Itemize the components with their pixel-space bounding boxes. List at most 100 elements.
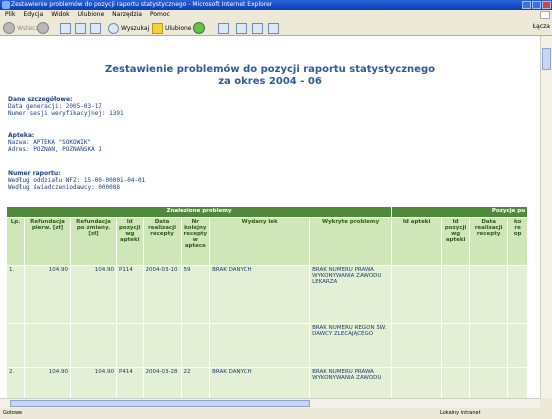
- horizontal-scroll-thumb[interactable]: [10, 400, 310, 407]
- back-button[interactable]: Wstecz: [3, 22, 39, 34]
- forward-button[interactable]: [37, 22, 49, 34]
- cell-empty: [441, 323, 471, 368]
- search-button[interactable]: Wyszukaj: [108, 22, 149, 34]
- toolbar: Wstecz Wyszukaj Ulubione Łącza: [0, 20, 552, 36]
- cell-empty: [24, 323, 71, 368]
- edit-icon: [252, 22, 263, 34]
- cell-empty: [507, 367, 529, 398]
- col-date-2: Data realizacji recepty: [469, 217, 509, 266]
- menu-file[interactable]: Plik: [5, 10, 15, 20]
- cell-empty: [507, 265, 529, 324]
- forward-arrow-icon: [37, 22, 49, 34]
- home-button[interactable]: [90, 22, 101, 34]
- status-bar: Gotowe Lokalny intranet: [0, 408, 552, 419]
- group-header-row: Znalezione problemy Pozycje pu: [5, 206, 529, 218]
- vertical-scrollbar[interactable]: [540, 36, 552, 398]
- menu-bar: Plik Edycja Widok Ulubione Narzędzia Pom…: [0, 10, 552, 20]
- messenger-button[interactable]: [268, 22, 279, 34]
- print-button[interactable]: [236, 22, 247, 34]
- favorites-button[interactable]: Ulubione: [152, 22, 192, 34]
- col-position-id: Id pozycji wg apteki: [116, 217, 144, 266]
- cell-empty: [507, 323, 529, 368]
- group-found-problems: Znalezione problemy: [5, 206, 393, 218]
- cell-recipe-number: 22: [180, 367, 211, 398]
- col-recipe-number: Nr kolejny recepty w aptece: [180, 217, 211, 266]
- print-icon: [236, 22, 247, 34]
- messenger-icon: [268, 22, 279, 34]
- history-button[interactable]: [193, 22, 205, 34]
- cell-drug: BRAK DANYCH: [209, 265, 311, 324]
- menu-view[interactable]: Widok: [51, 10, 69, 20]
- mail-button[interactable]: [218, 22, 229, 34]
- home-icon: [90, 22, 101, 34]
- cell-recipe-number: 59: [180, 265, 211, 324]
- cell-empty: [116, 323, 144, 368]
- vertical-scroll-thumb[interactable]: [542, 48, 551, 70]
- stop-button[interactable]: [60, 22, 71, 34]
- table-row[interactable]: 1. 104.90 104.90 P114 2004-03-10 59 BRAK…: [6, 265, 529, 324]
- back-arrow-icon: [3, 22, 15, 34]
- col-lp: Lp.: [6, 217, 25, 266]
- refresh-button[interactable]: [75, 22, 86, 34]
- col-date: Data realizacji recepty: [142, 217, 182, 266]
- cell-empty: [70, 323, 117, 368]
- cell-position-id: P414: [116, 367, 144, 398]
- cell-drug: BRAK DANYCH: [209, 367, 311, 398]
- ie-icon: [2, 1, 10, 9]
- maximize-button[interactable]: [532, 1, 541, 9]
- links-label[interactable]: Łącza: [533, 23, 550, 30]
- search-icon: [108, 22, 119, 34]
- cell-empty: [209, 323, 311, 368]
- col-refund-orig: Refundacja pierw. [zł]: [24, 217, 71, 266]
- cell-problem: BRAK NUMERU PRAWA WYKONYWANIA ZAWODU: [309, 367, 393, 398]
- close-button[interactable]: [542, 1, 551, 9]
- cell-problem: BRAK NUMERU PRAWA WYKONYWANIA ZAWODU LEK…: [309, 265, 393, 324]
- table-row[interactable]: 2. 104.90 104.90 P414 2004-03-28 22 BRAK…: [6, 367, 529, 398]
- table-viewport: Znalezione problemy Pozycje pu Lp. Refun…: [0, 36, 540, 398]
- menu-tools[interactable]: Narzędzia: [112, 10, 142, 20]
- cell-empty: [441, 367, 471, 398]
- cell-empty: [6, 323, 25, 368]
- col-refund-changed: Refundacja po zmiany. [zł]: [70, 217, 117, 266]
- cell-lp: 2.: [6, 367, 25, 398]
- mail-icon: [218, 22, 229, 34]
- col-truncated: ko re op: [507, 217, 529, 266]
- cell-problem: BRAK NUMERU REGON ŚW. DAWCY ZLECAJĄCEGO: [309, 323, 393, 368]
- horizontal-scrollbar[interactable]: [0, 398, 540, 408]
- window-titlebar: Zestawienie problemów do pozycji raportu…: [0, 0, 552, 10]
- cell-lp: 1.: [6, 265, 25, 324]
- table-row[interactable]: BRAK NUMERU REGON ŚW. DAWCY ZLECAJĄCEGO: [6, 323, 529, 368]
- menu-edit[interactable]: Edycja: [23, 10, 43, 20]
- zone-text: Lokalny intranet: [440, 410, 481, 416]
- cell-empty: [391, 265, 443, 324]
- cell-refund-orig: 104.90: [24, 367, 71, 398]
- cell-refund-changed: 104.90: [70, 367, 117, 398]
- cell-date: 2004-03-10: [142, 265, 182, 324]
- group-report-positions: Pozycje pu: [391, 206, 529, 218]
- problems-table: Znalezione problemy Pozycje pu Lp. Refun…: [5, 206, 529, 398]
- minimize-button[interactable]: [522, 1, 531, 9]
- cell-empty: [391, 367, 443, 398]
- window-title: Zestawienie problemów do pozycji raportu…: [11, 1, 273, 8]
- cell-empty: [469, 367, 509, 398]
- cell-refund-changed: 104.90: [70, 265, 117, 324]
- col-problems: Wykryte problemy: [309, 217, 393, 266]
- cell-date: 2004-03-28: [142, 367, 182, 398]
- cell-empty: [441, 265, 471, 324]
- edit-button[interactable]: [252, 22, 263, 34]
- menu-favorites[interactable]: Ulubione: [78, 10, 105, 20]
- window-controls: [522, 0, 552, 10]
- refresh-icon: [75, 22, 86, 34]
- cell-refund-orig: 104.90: [24, 265, 71, 324]
- col-pharmacy-id: Id apteki: [391, 217, 443, 266]
- stop-icon: [60, 22, 71, 34]
- cell-empty: [142, 323, 182, 368]
- col-drug: Wydany lek: [209, 217, 311, 266]
- menu-help[interactable]: Pomoc: [150, 10, 170, 20]
- col-position-id-2: Id pozycji wg apteki: [441, 217, 471, 266]
- cell-empty: [469, 323, 509, 368]
- history-icon: [193, 22, 205, 34]
- cell-empty: [180, 323, 211, 368]
- column-header-row: Lp. Refundacja pierw. [zł] Refundacja po…: [6, 217, 529, 266]
- star-icon: [152, 22, 163, 34]
